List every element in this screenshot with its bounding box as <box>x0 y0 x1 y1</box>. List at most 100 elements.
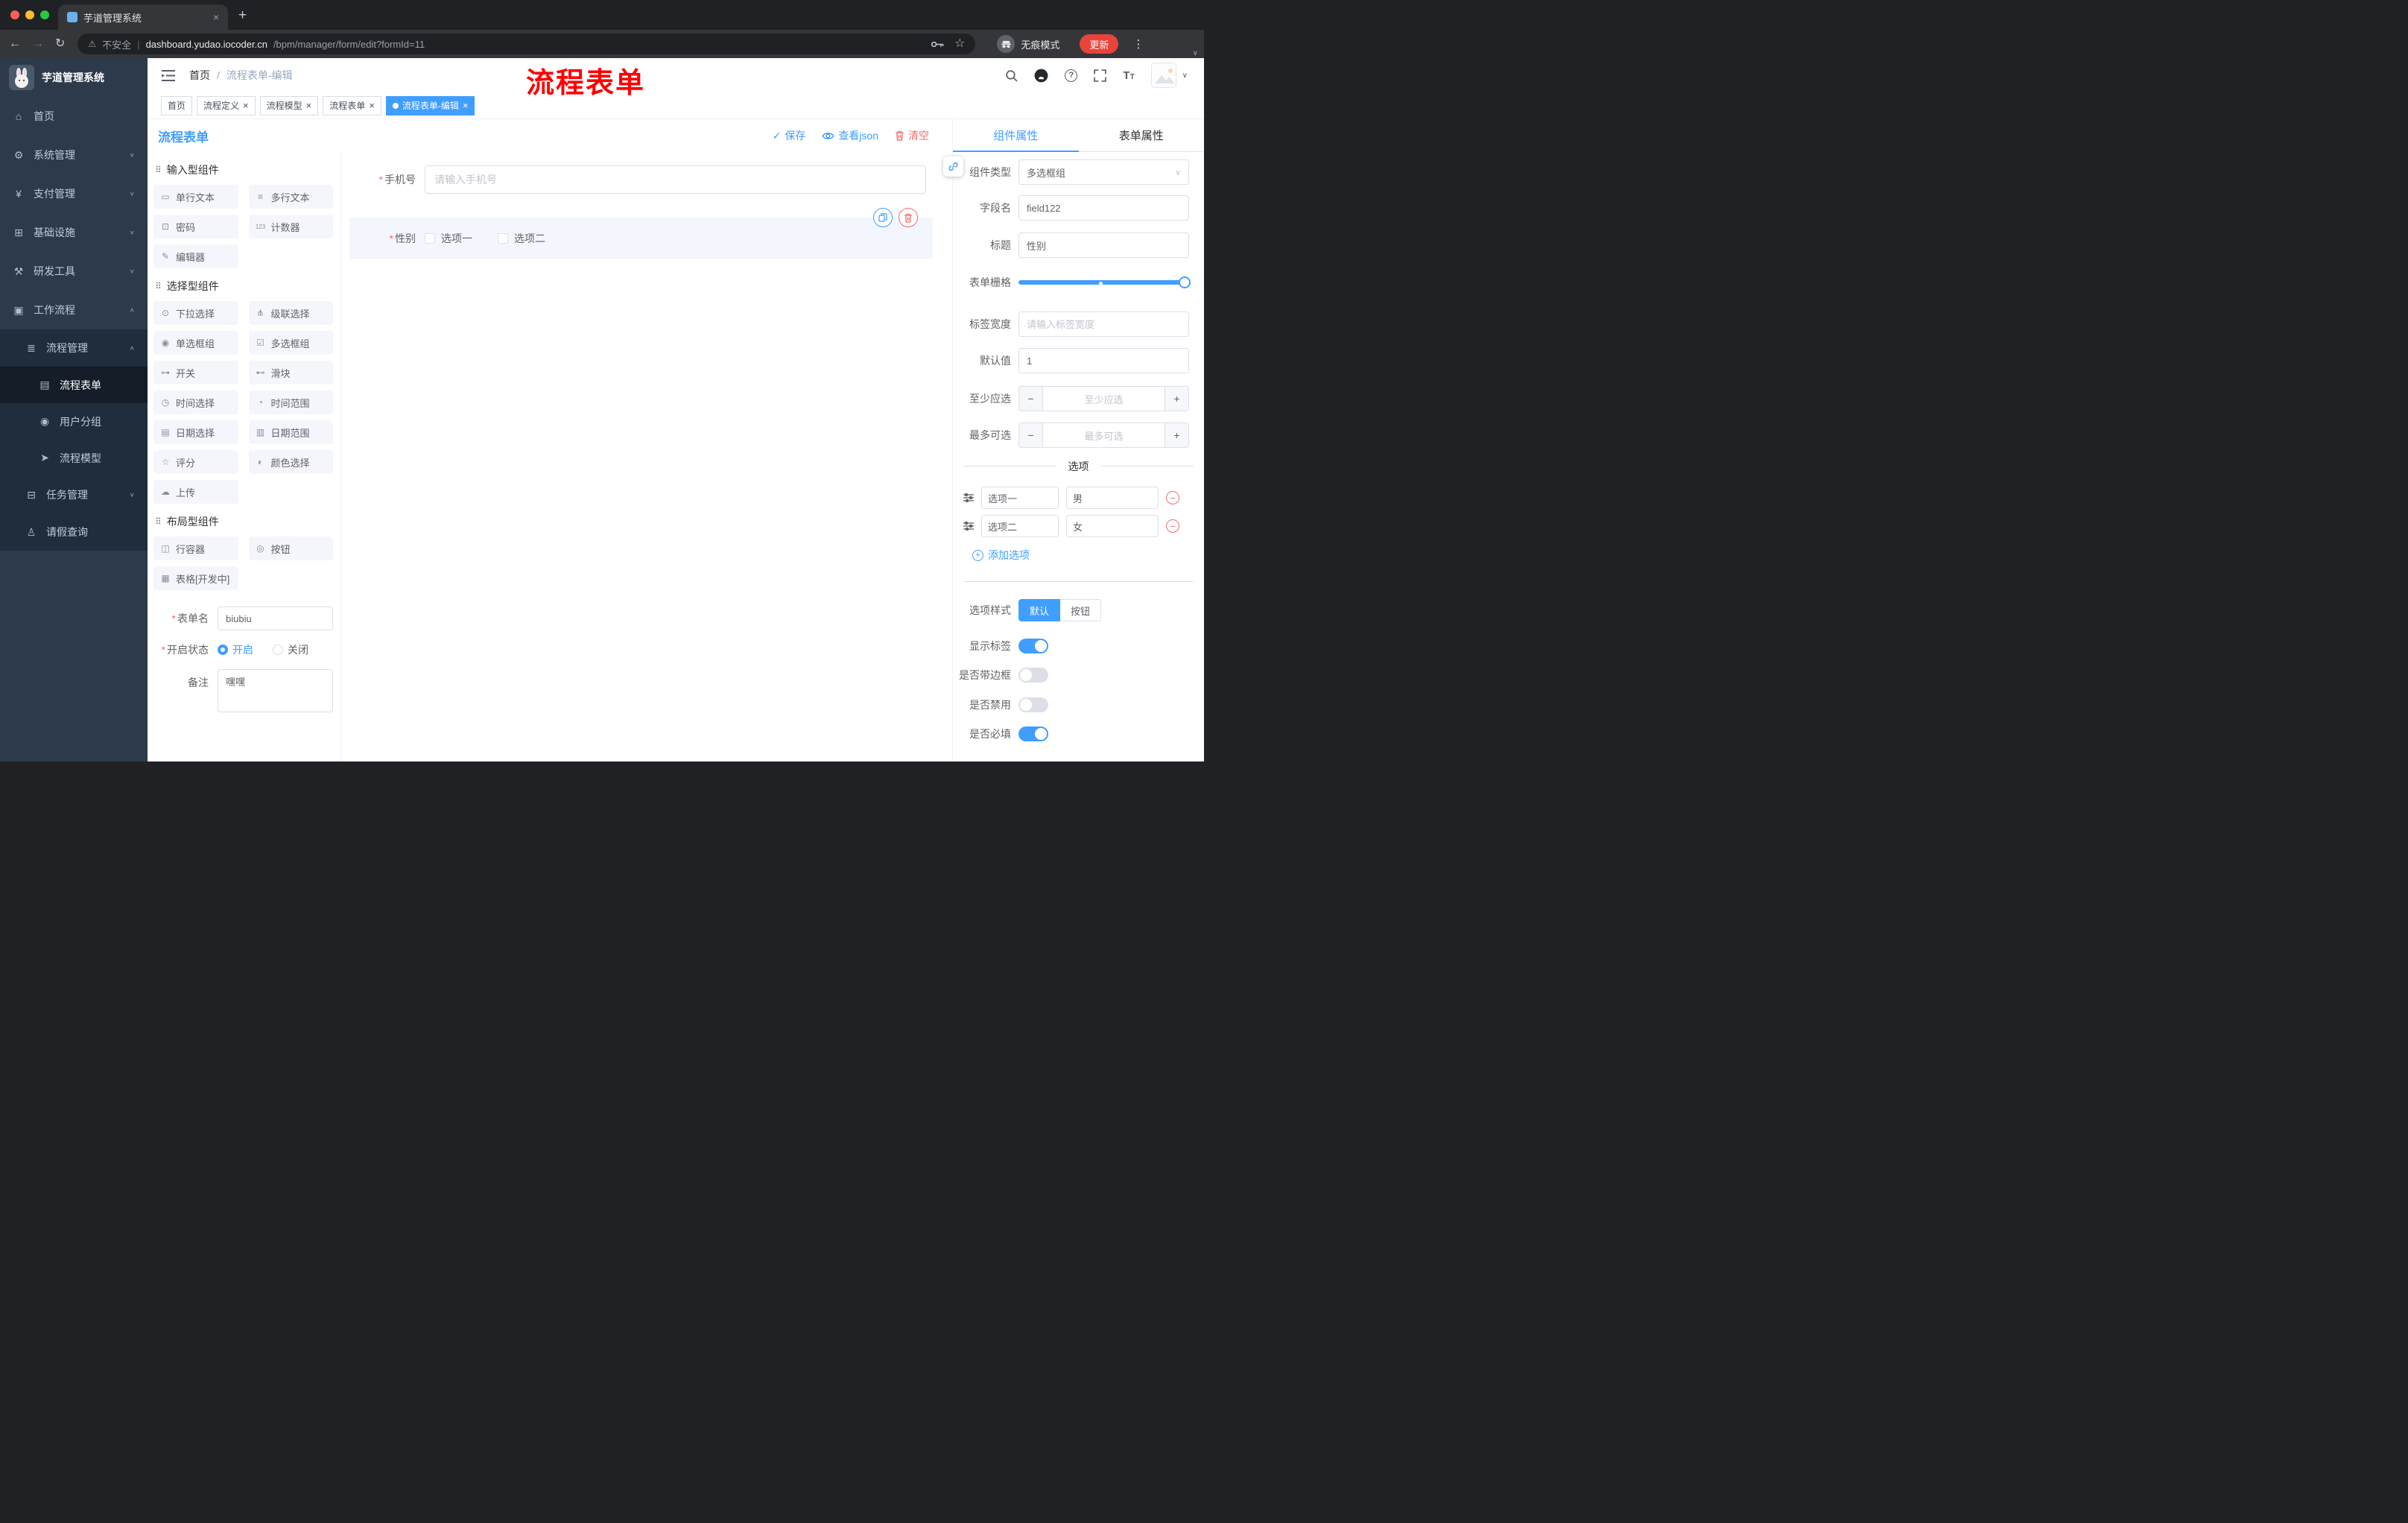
palette-item-table[interactable]: ▦ 表格[开发中] <box>153 566 238 590</box>
bookmark-star-icon[interactable]: ☆ <box>954 38 965 50</box>
increment-button[interactable]: + <box>1165 387 1188 411</box>
forward-icon[interactable]: → <box>32 38 44 50</box>
max-select-value[interactable]: 最多可选 <box>1043 423 1165 447</box>
palette-item-checkbox-group[interactable]: ☑ 多选框组 <box>248 331 333 355</box>
tag-process-form[interactable]: 流程表单 × <box>323 95 381 115</box>
back-icon[interactable]: ← <box>9 38 21 50</box>
font-size-icon[interactable]: TT <box>1123 70 1134 81</box>
browser-tab[interactable]: 芋道管理系统 × <box>58 4 228 30</box>
status-off-radio[interactable]: 关闭 <box>273 642 308 657</box>
gender-option2-checkbox[interactable]: 选项二 <box>498 231 545 246</box>
close-icon[interactable]: × <box>243 101 249 110</box>
tag-process-model[interactable]: 流程模型 × <box>259 95 319 115</box>
sidebar-item-process-form[interactable]: ▤ 流程表单 <box>0 367 148 403</box>
palette-item-time-range[interactable]: ◔ 时间范围 <box>248 390 333 414</box>
drag-option-handle[interactable] <box>963 493 974 502</box>
checkbox-box[interactable] <box>425 233 435 244</box>
decrement-button[interactable]: − <box>1019 423 1043 447</box>
sidebar-item-home[interactable]: ⌂ 首页 <box>0 97 148 136</box>
fullscreen-icon[interactable] <box>1094 69 1107 82</box>
browser-menu-icon[interactable]: ⋮ <box>1132 37 1144 51</box>
remove-option-button[interactable]: − <box>1166 519 1179 533</box>
option-label-input[interactable] <box>981 487 1059 509</box>
sidebar-item-process-mgmt[interactable]: ≣ 流程管理 ∧ <box>0 329 148 367</box>
option-value-input[interactable] <box>1066 515 1159 537</box>
sidebar-item-workflow[interactable]: ▣ 工作流程 ∧ <box>0 291 148 329</box>
copy-widget-button[interactable] <box>873 208 893 227</box>
phone-input[interactable] <box>425 165 926 194</box>
app-logo[interactable]: 芋道管理系统 <box>0 58 148 97</box>
sidebar-collapse-icon[interactable] <box>148 69 180 81</box>
option-value-input[interactable] <box>1066 487 1159 509</box>
option-style-button-button[interactable]: 按钮 <box>1060 599 1102 621</box>
breadcrumb-root[interactable]: 首页 <box>189 68 210 83</box>
canvas-field-phone[interactable]: * 手机号 <box>341 165 952 194</box>
palette-item-upload[interactable]: ☁ 上传 <box>153 480 238 504</box>
link-icon[interactable] <box>943 156 963 177</box>
palette-item-date-range[interactable]: ▥ 日期范围 <box>248 420 333 444</box>
option-style-default-button[interactable]: 默认 <box>1018 599 1061 621</box>
close-icon[interactable]: × <box>306 101 312 110</box>
sidebar-item-infrastructure[interactable]: ⊞ 基础设施 ∨ <box>0 213 148 252</box>
password-key-icon[interactable] <box>931 40 944 48</box>
toolbar-caret-icon[interactable]: ∨ <box>1193 49 1198 57</box>
palette-item-text-input[interactable]: ▭ 单行文本 <box>153 185 238 209</box>
canvas-field-gender-selected[interactable]: * 性别 选项一 选项二 <box>349 208 933 259</box>
default-value-input[interactable] <box>1018 348 1189 373</box>
palette-item-date-picker[interactable]: ▤ 日期选择 <box>153 420 238 444</box>
window-zoom-button[interactable] <box>40 10 49 19</box>
tag-process-definition[interactable]: 流程定义 × <box>197 95 256 115</box>
tab-component-props[interactable]: 组件属性 <box>953 119 1079 152</box>
checkbox-box[interactable] <box>498 233 508 244</box>
help-icon[interactable]: ? <box>1065 69 1078 82</box>
sidebar-item-system-mgmt[interactable]: ⚙ 系统管理 ∨ <box>0 136 148 174</box>
sidebar-item-dev-tools[interactable]: ⚒ 研发工具 ∨ <box>0 252 148 291</box>
window-minimize-button[interactable] <box>25 10 34 19</box>
delete-widget-button[interactable] <box>899 208 918 227</box>
sidebar-item-process-model[interactable]: ➤ 流程模型 <box>0 440 148 476</box>
form-grid-slider[interactable] <box>1018 270 1191 295</box>
min-select-value[interactable]: 至少应选 <box>1043 387 1165 411</box>
sidebar-item-payment-mgmt[interactable]: ¥ 支付管理 ∨ <box>0 174 148 213</box>
option-label-input[interactable] <box>981 515 1059 537</box>
github-icon[interactable] <box>1034 69 1048 83</box>
palette-item-textarea[interactable]: ≡ 多行文本 <box>248 185 333 209</box>
search-icon[interactable] <box>1005 69 1018 82</box>
component-type-select[interactable]: 多选框组 ∨ <box>1018 159 1189 185</box>
disabled-switch[interactable] <box>1018 697 1048 712</box>
palette-item-cascader[interactable]: ⋔ 级联选择 <box>248 301 333 325</box>
sidebar-item-task-mgmt[interactable]: ⊟ 任务管理 ∨ <box>0 476 148 513</box>
tab-form-props[interactable]: 表单属性 <box>1079 119 1205 151</box>
palette-item-select[interactable]: ⊙ 下拉选择 <box>153 301 238 325</box>
palette-item-password[interactable]: ⊡ 密码 <box>153 215 238 238</box>
palette-item-radio-group[interactable]: ◉ 单选框组 <box>153 331 238 355</box>
browser-update-button[interactable]: 更新 <box>1080 34 1119 54</box>
palette-item-button[interactable]: ◎ 按钮 <box>248 536 333 560</box>
reload-icon[interactable]: ↻ <box>55 38 65 50</box>
view-json-button[interactable]: 查看json <box>822 128 878 143</box>
increment-button[interactable]: + <box>1165 423 1188 447</box>
close-icon[interactable]: × <box>463 101 469 110</box>
tab-close-icon[interactable]: × <box>213 11 219 23</box>
new-tab-button[interactable]: + <box>238 7 247 24</box>
slider-track[interactable] <box>1018 280 1189 285</box>
address-bar[interactable]: ⚠ 不安全 | dashboard.yudao.iocoder.cn/bpm/m… <box>77 34 976 54</box>
border-switch[interactable] <box>1018 668 1048 683</box>
remove-option-button[interactable]: − <box>1166 491 1179 504</box>
palette-item-row-container[interactable]: ◫ 行容器 <box>153 536 238 560</box>
palette-item-counter[interactable]: 123 计数器 <box>248 215 333 238</box>
decrement-button[interactable]: − <box>1019 387 1043 411</box>
sidebar-item-user-group[interactable]: ◉ 用户分组 <box>0 403 148 440</box>
required-switch[interactable] <box>1018 726 1048 741</box>
palette-item-editor[interactable]: ✎ 编辑器 <box>153 244 238 268</box>
tag-process-form-edit[interactable]: 流程表单-编辑 × <box>385 95 475 115</box>
drag-option-handle[interactable] <box>963 522 974 531</box>
tag-home[interactable]: 首页 <box>161 95 193 115</box>
security-warning-icon[interactable]: ⚠ <box>88 39 96 49</box>
sidebar-item-leave-query[interactable]: ♙ 请假查询 <box>0 513 148 551</box>
form-remark-textarea[interactable]: 嘿嘿 <box>218 669 333 712</box>
window-close-button[interactable] <box>10 10 19 19</box>
show-label-switch[interactable] <box>1018 639 1048 653</box>
palette-item-switch[interactable]: ⊶ 开关 <box>153 361 238 384</box>
palette-item-time-picker[interactable]: ◷ 时间选择 <box>153 390 238 414</box>
